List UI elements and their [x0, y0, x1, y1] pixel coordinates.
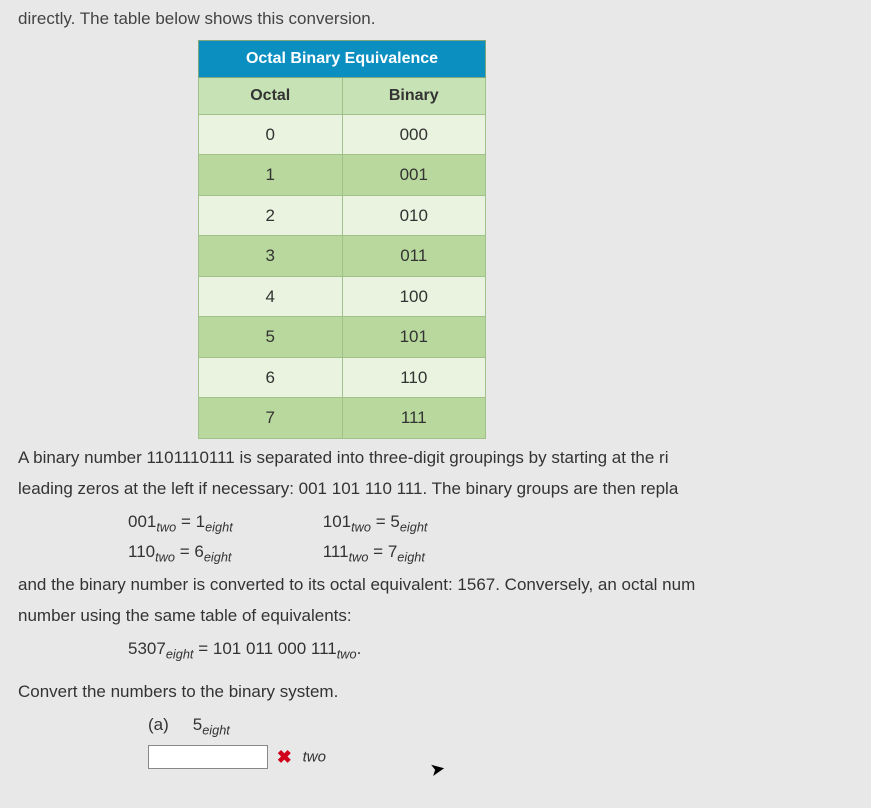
- cell-octal: 5: [199, 317, 343, 358]
- cell-binary: 101: [342, 317, 486, 358]
- paragraph-1-line-1: A binary number 1101110111 is separated …: [18, 445, 871, 471]
- eq-lhs-sub: two: [155, 549, 175, 564]
- eq-eq: =: [180, 542, 190, 561]
- eq-lhs: 5307: [128, 639, 166, 658]
- equation-row: 5307eight = 101 011 000 111two.: [128, 635, 871, 665]
- answer-input[interactable]: [148, 745, 268, 769]
- eq-lhs: 110: [128, 542, 155, 561]
- equivalence-table-wrap: Octal Binary Equivalence Octal Binary 0 …: [198, 40, 871, 439]
- table-row: 3 011: [199, 236, 486, 277]
- question-a: (a) 5eight: [148, 712, 871, 740]
- table-header-binary: Binary: [342, 77, 486, 114]
- eq-lhs: 001: [128, 512, 156, 531]
- equations-block-1: 001two = 1eight 101two = 5eight 110two =…: [128, 508, 871, 568]
- cell-octal: 2: [199, 195, 343, 236]
- table-title-row: Octal Binary Equivalence: [199, 40, 486, 77]
- eq-rhs-sub: eight: [204, 549, 232, 564]
- convert-instruction: Convert the numbers to the binary system…: [18, 679, 871, 705]
- eq-lhs-sub: two: [351, 519, 371, 534]
- equations-block-2: 5307eight = 101 011 000 111two.: [128, 635, 871, 665]
- table-row: 7 111: [199, 398, 486, 439]
- equation-row: 110two = 6eight 111two = 7eight: [128, 538, 871, 568]
- eq-rhs: 1: [196, 512, 205, 531]
- cell-octal: 3: [199, 236, 343, 277]
- cell-binary: 001: [342, 155, 486, 196]
- paragraph-1-line-2: leading zeros at the left if necessary: …: [18, 476, 871, 502]
- cell-octal: 7: [199, 398, 343, 439]
- table-row: 0 000: [199, 114, 486, 155]
- question-value: 5: [193, 715, 202, 734]
- cell-binary: 000: [342, 114, 486, 155]
- eq-rhs-sub: eight: [397, 549, 425, 564]
- eq-eq: =: [373, 542, 383, 561]
- cell-binary: 010: [342, 195, 486, 236]
- table-row: 1 001: [199, 155, 486, 196]
- table-title: Octal Binary Equivalence: [199, 40, 486, 77]
- cell-binary: 011: [342, 236, 486, 277]
- cell-octal: 1: [199, 155, 343, 196]
- cell-binary: 111: [342, 398, 486, 439]
- table-header-row: Octal Binary: [199, 77, 486, 114]
- eq-lhs-sub: eight: [166, 646, 194, 661]
- equation-row: 001two = 1eight 101two = 5eight: [128, 508, 871, 538]
- eq-lhs-sub: two: [156, 519, 176, 534]
- eq-eq: =: [376, 512, 386, 531]
- paragraph-2-line-1: and the binary number is converted to it…: [18, 572, 871, 598]
- eq-tail: .: [357, 639, 362, 658]
- eq-rhs: 6: [194, 542, 203, 561]
- cell-octal: 6: [199, 357, 343, 398]
- intro-text: directly. The table below shows this con…: [18, 6, 871, 32]
- cell-octal: 0: [199, 114, 343, 155]
- eq-rhs-sub: eight: [205, 519, 233, 534]
- cell-binary: 110: [342, 357, 486, 398]
- question-value-sub: eight: [202, 723, 230, 738]
- eq-rhs-sub: two: [337, 646, 357, 661]
- table-header-octal: Octal: [199, 77, 343, 114]
- answer-unit: two: [303, 748, 326, 765]
- eq-lhs: 101: [323, 512, 351, 531]
- eq-rhs-sub: eight: [400, 519, 428, 534]
- paragraph-2-line-2: number using the same table of equivalen…: [18, 603, 871, 629]
- question-label: (a): [148, 712, 188, 738]
- equivalence-table: Octal Binary Equivalence Octal Binary 0 …: [198, 40, 486, 439]
- table-row: 4 100: [199, 276, 486, 317]
- eq-lhs: 111: [323, 542, 349, 561]
- table-row: 6 110: [199, 357, 486, 398]
- cell-binary: 100: [342, 276, 486, 317]
- eq-rhs: 101 011 000 111: [213, 639, 337, 658]
- eq-lhs-sub: two: [349, 549, 369, 564]
- incorrect-icon: ✖: [277, 747, 292, 767]
- table-row: 2 010: [199, 195, 486, 236]
- table-row: 5 101: [199, 317, 486, 358]
- answer-row: ✖ two: [148, 744, 871, 771]
- eq-rhs: 7: [388, 542, 397, 561]
- cell-octal: 4: [199, 276, 343, 317]
- eq-eq: =: [181, 512, 191, 531]
- eq-rhs: 5: [390, 512, 399, 531]
- eq-eq: =: [198, 639, 208, 658]
